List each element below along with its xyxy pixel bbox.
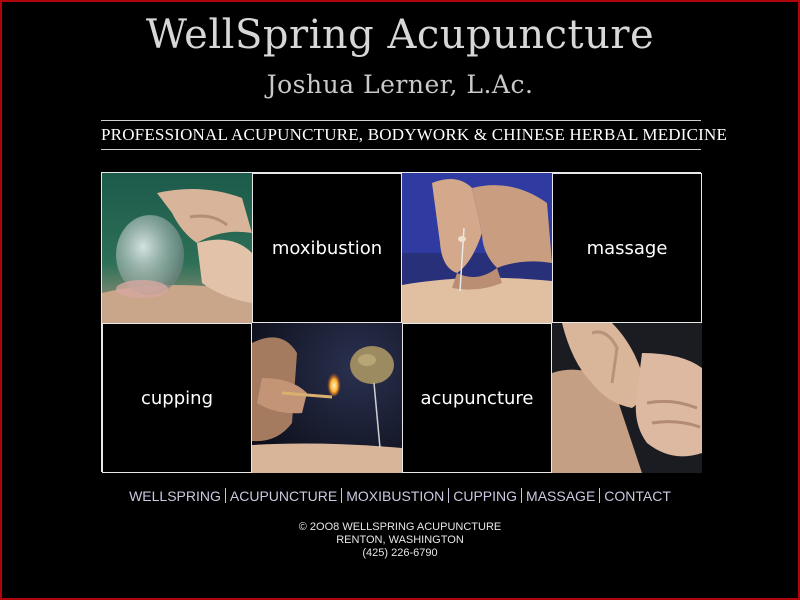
nav-contact[interactable]: CONTACT	[600, 488, 675, 504]
nav-massage[interactable]: MASSAGE	[522, 488, 599, 504]
cupping-tile[interactable]: cupping	[102, 323, 252, 473]
massage-tile[interactable]: massage	[552, 173, 702, 323]
hands-massage-photo[interactable]	[552, 323, 702, 473]
location-text: RENTON, WASHINGTON	[336, 534, 464, 546]
glass-cup-on-skin-photo[interactable]	[102, 173, 252, 323]
acupuncture-tile[interactable]: acupuncture	[402, 323, 552, 473]
services-grid: moxibustion massage cupping acupuncture	[101, 172, 702, 473]
needle-insertion-photo[interactable]	[402, 173, 552, 323]
nav-acupuncture[interactable]: ACUPUNCTURE	[226, 488, 341, 504]
site-title: WellSpring Acupuncture	[145, 12, 655, 58]
nav-wellspring[interactable]: WELLSPRING	[125, 488, 225, 504]
footer: © 2OO8 WELLSPRING ACUPUNCTURE RENTON, WA…	[0, 521, 800, 560]
nav-cupping[interactable]: CUPPING	[449, 488, 521, 504]
moxibustion-tile[interactable]: moxibustion	[252, 173, 402, 323]
lighting-moxa-photo[interactable]	[252, 323, 402, 473]
practitioner-name: Joshua Lerner, L.Ac.	[266, 70, 534, 99]
phone-number: (425) 226-6790	[362, 547, 438, 559]
main-navigation: WELLSPRING ACUPUNCTURE MOXIBUSTION CUPPING M…	[0, 488, 800, 504]
tagline: PROFESSIONAL ACUPUNCTURE, BODYWORK & CHI…	[101, 120, 727, 150]
copyright-text: © 2OO8 WELLSPRING ACUPUNCTURE	[298, 521, 502, 533]
nav-moxibustion[interactable]: MOXIBUSTION	[342, 488, 448, 504]
